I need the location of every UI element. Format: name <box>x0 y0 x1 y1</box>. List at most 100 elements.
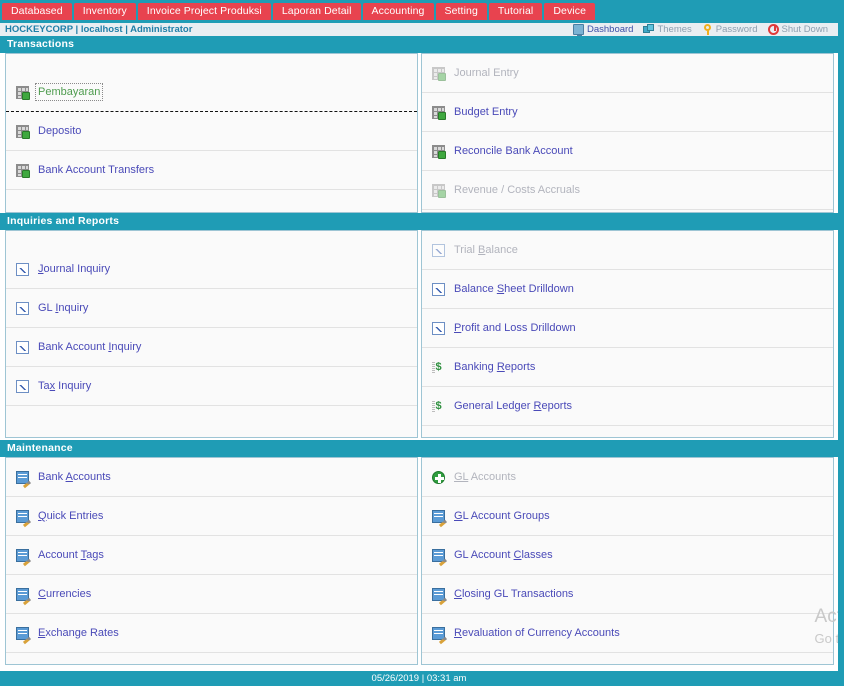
menu-item-closing-gl-transactions[interactable]: Closing GL Transactions <box>422 575 833 614</box>
panel-top-spacer <box>6 231 417 250</box>
menu-item-reconcile-bank-account[interactable]: Reconcile Bank Account <box>422 132 833 171</box>
menu-item-label: Closing GL Transactions <box>454 588 574 600</box>
top-tab-tutorial[interactable]: Tutorial <box>488 3 543 20</box>
doc-pencil-icon <box>432 509 445 523</box>
menu-item-label: Trial Balance <box>454 244 518 256</box>
menu-item-label: Budget Entry <box>454 106 518 118</box>
menu-item-label: Revenue / Costs Accruals <box>454 184 580 196</box>
menu-item-tax-inquiry[interactable]: Tax Inquiry <box>6 367 417 406</box>
plus-circle-icon <box>432 470 445 484</box>
chart-icon <box>16 340 29 354</box>
doc-pencil-icon <box>16 548 29 562</box>
menu-item-gl-account-classes[interactable]: GL Account Classes <box>422 536 833 575</box>
table-icon <box>432 144 446 159</box>
tool-label: Themes <box>657 24 692 35</box>
menu-item-deposito[interactable]: Deposito <box>6 112 417 151</box>
menu-item-banking-reports[interactable]: Banking Reports <box>422 348 833 387</box>
menu-item-label: Deposito <box>38 125 82 137</box>
top-tab-accounting[interactable]: Accounting <box>362 3 434 20</box>
menu-item-label: GL Account Classes <box>454 549 553 561</box>
monitor-icon <box>572 24 584 36</box>
menu-item-bank-account-transfers[interactable]: Bank Account Transfers <box>6 151 417 190</box>
top-tab-inventory[interactable]: Inventory <box>73 3 136 20</box>
table-icon <box>16 85 30 100</box>
tool-label: Shut Down <box>781 24 828 35</box>
chart-icon <box>432 321 445 335</box>
menu-item-quick-entries[interactable]: Quick Entries <box>6 497 417 536</box>
doc-pencil-icon <box>16 587 29 601</box>
table-icon <box>16 124 30 139</box>
menu-item-label: GL Accounts <box>454 471 516 483</box>
app-page: Databased Inventory Invoice Project Produk… <box>0 0 844 686</box>
doc-pencil-icon <box>16 470 29 484</box>
chart-icon <box>432 282 445 296</box>
top-tab-device[interactable]: Device <box>544 3 596 20</box>
doc-pencil-icon <box>432 587 445 601</box>
panel-top-spacer <box>6 54 417 73</box>
menu-item-label: Bank Accounts <box>38 471 111 483</box>
menu-item-exchange-rates[interactable]: Exchange Rates <box>6 614 417 653</box>
menu-item-budget-entry[interactable]: Budget Entry <box>422 93 833 132</box>
table-icon <box>16 163 30 178</box>
panel-maintenance-left: Bank Accounts Quick Entries Account Tags Cu… <box>5 457 418 665</box>
chart-icon <box>432 243 445 257</box>
doc-pencil-icon <box>16 626 29 640</box>
panel-inquiries-and-reports-right: Trial Balance Balance Sheet Drilldown Prof… <box>421 230 834 438</box>
menu-item-label: Profit and Loss Drilldown <box>454 322 576 334</box>
panel-transactions-right: Journal Entry Budget Entry Reconcile Bank … <box>421 53 834 213</box>
tool-shut-down[interactable]: Shut Down <box>767 24 828 35</box>
panel-transactions-left: Pembayaran Deposito Bank Account Transfers <box>5 53 418 213</box>
panel-maintenance-right: GL Accounts GL Account Groups GL Account C… <box>421 457 834 665</box>
menu-item-account-tags[interactable]: Account Tags <box>6 536 417 575</box>
menu-item-label: Tax Inquiry <box>38 380 92 392</box>
menu-item-currencies[interactable]: Currencies <box>6 575 417 614</box>
menu-item-revaluation-of-currency-accounts[interactable]: Revaluation of Currency Accounts <box>422 614 833 653</box>
themes-icon <box>643 24 655 35</box>
menu-item-label: Bank Account Transfers <box>38 164 155 176</box>
menu-item-gl-account-groups[interactable]: GL Account Groups <box>422 497 833 536</box>
tool-label: Password <box>715 24 758 35</box>
menu-item-label: Reconcile Bank Account <box>454 145 573 157</box>
menu-item-label: Journal Entry <box>454 67 519 79</box>
menu-item-trial-balance: Trial Balance <box>422 231 833 270</box>
menu-item-bank-account-inquiry[interactable]: Bank Account Inquiry <box>6 328 417 367</box>
menu-item-label: Pembayaran <box>34 83 104 101</box>
dollar-icon <box>432 400 445 413</box>
doc-pencil-icon <box>16 509 29 523</box>
dollar-icon <box>432 361 445 374</box>
chart-icon <box>16 262 29 276</box>
top-tab-laporan-detail[interactable]: Laporan Detail <box>272 3 361 20</box>
menu-item-label: Revaluation of Currency Accounts <box>454 627 620 639</box>
top-tab-databased[interactable]: Databased <box>2 3 72 20</box>
table-icon <box>432 66 446 81</box>
power-icon <box>767 24 779 35</box>
tool-label: Dashboard <box>586 24 634 35</box>
doc-pencil-icon <box>432 626 445 640</box>
tool-themes[interactable]: Themes <box>643 24 692 35</box>
menu-item-general-ledger-reports[interactable]: General Ledger Reports <box>422 387 833 426</box>
section-header-transactions: Transactions <box>0 36 838 53</box>
menu-item-label: GL Inquiry <box>38 302 89 314</box>
menu-item-profit-and-loss-drilldown[interactable]: Profit and Loss Drilldown <box>422 309 833 348</box>
menu-item-bank-accounts[interactable]: Bank Accounts <box>6 458 417 497</box>
doc-pencil-icon <box>432 548 445 562</box>
menu-item-journal-inquiry[interactable]: Journal Inquiry <box>6 250 417 289</box>
tool-dashboard[interactable]: Dashboard <box>572 24 634 36</box>
top-tab-invoice-project-produksi[interactable]: Invoice Project Produksi <box>137 3 271 20</box>
menu-item-balance-sheet-drilldown[interactable]: Balance Sheet Drilldown <box>422 270 833 309</box>
top-tabs: Databased Inventory Invoice Project Produk… <box>0 0 838 23</box>
section-header-maintenance: Maintenance <box>0 440 838 457</box>
footer-datetime: 05/26/2019 | 03:31 am <box>0 671 838 686</box>
key-icon <box>702 24 713 35</box>
top-tab-setting[interactable]: Setting <box>435 3 487 20</box>
menu-item-journal-entry: Journal Entry <box>422 54 833 93</box>
table-icon <box>432 105 446 120</box>
chart-icon <box>16 301 29 315</box>
panel-inquiries-and-reports-left: Journal Inquiry GL Inquiry Bank Account In… <box>5 230 418 438</box>
top-navigation-bar: Databased Inventory Invoice Project Produk… <box>0 0 838 23</box>
menu-item-pembayaran[interactable]: Pembayaran <box>6 73 417 112</box>
menu-item-label: General Ledger Reports <box>454 400 573 412</box>
tool-password[interactable]: Password <box>702 24 758 35</box>
menu-item-label: Balance Sheet Drilldown <box>454 283 574 295</box>
menu-item-gl-inquiry[interactable]: GL Inquiry <box>6 289 417 328</box>
